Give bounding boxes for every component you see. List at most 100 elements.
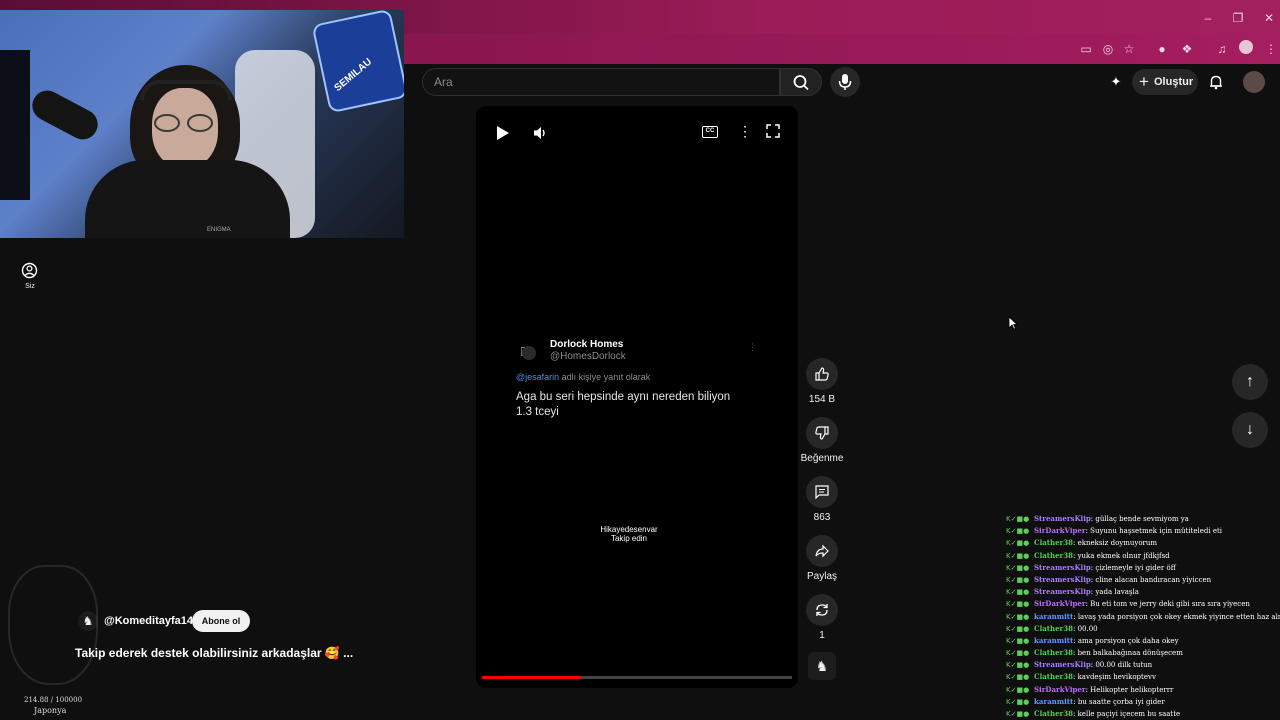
chat-text: : 00.00 dilk tutun — [1090, 661, 1153, 670]
thumbs-down-icon — [815, 426, 829, 440]
subscribe-button[interactable]: Abone ol — [192, 610, 250, 632]
watermark-mascot — [8, 565, 98, 685]
account-avatar[interactable] — [1243, 71, 1265, 93]
chat-message: K✓■● Clather38: kavdeşim hevikoptevv — [1006, 671, 1280, 683]
eye-off-icon[interactable]: ◎ — [1099, 40, 1117, 58]
chat-username: StreamersKlip — [1034, 660, 1091, 670]
reply-suffix: adlı kişiye yanıt olarak — [561, 372, 651, 382]
next-video-button[interactable]: ↓ — [1232, 412, 1268, 448]
search-button[interactable] — [780, 68, 822, 96]
voice-search-button[interactable] — [830, 67, 860, 97]
share-arrow-icon — [815, 544, 829, 558]
share-button[interactable] — [806, 535, 838, 567]
chat-text: : kavdeşim hevikoptevv — [1072, 673, 1156, 682]
neon-banner: SEMILAU — [311, 10, 404, 114]
headphones — [140, 80, 232, 100]
close-icon[interactable]: ✕ — [1259, 8, 1279, 28]
channel-avatar-thumbnail[interactable]: ♞ — [808, 652, 836, 680]
search-input[interactable]: Ara — [422, 68, 780, 96]
play-icon[interactable] — [496, 125, 510, 146]
caption-line-1: Hikayedesenvar — [600, 525, 658, 534]
you-account-icon[interactable] — [21, 262, 38, 279]
browser-menu-icon[interactable]: ⋮ — [1262, 40, 1280, 58]
chat-badges-icon: K✓■● — [1006, 588, 1030, 597]
chat-text: : 00.00 — [1072, 624, 1098, 633]
profile-avatar-icon[interactable] — [1237, 40, 1255, 58]
tweet-handle: @HomesDorlock — [550, 351, 626, 362]
tweet-text-line-2: 1.3 tceyi — [516, 406, 559, 418]
more-options-icon[interactable]: ⋮ — [738, 123, 752, 140]
extension-pin-icon[interactable]: ● — [1153, 40, 1171, 58]
chat-username: Clather38 — [1034, 672, 1073, 682]
chat-text: : cline alacan bandıracan yiyiccen — [1090, 575, 1212, 584]
mouse-cursor-icon — [1008, 316, 1019, 335]
channel-handle[interactable]: @Komeditayfa14 — [104, 615, 193, 627]
bookmark-star-icon[interactable]: ☆ — [1120, 40, 1138, 58]
chat-username: Clather38 — [1034, 648, 1073, 658]
chat-message: K✓■● Clather38: kelle paçiyi içecem bu sa… — [1006, 708, 1280, 720]
chat-badges-icon: K✓■● — [1006, 563, 1030, 572]
remix-button[interactable] — [806, 594, 838, 626]
extensions-puzzle-icon[interactable]: ❖ — [1178, 40, 1196, 58]
cast-icon[interactable]: ▭ — [1077, 40, 1095, 58]
chat-text: : kelle paçiyi içecem bu saatte — [1072, 710, 1181, 718]
chat-message: K✓■● karanmitt: ama porsiyon çok daha oke… — [1006, 635, 1280, 647]
chat-message: K✓■● karanmitt: bu saatte çorba iyi gider — [1006, 696, 1280, 708]
arrow-up-icon: ↑ — [1246, 373, 1254, 390]
chat-message: K✓■● SirDarkViper: Suyunu haşsetmek için … — [1006, 525, 1280, 537]
chat-username: Clather38 — [1034, 538, 1073, 548]
chat-text: : Suyunu haşsetmek için mütiteledi eti — [1085, 527, 1223, 536]
previous-video-button[interactable]: ↑ — [1232, 364, 1268, 400]
minimize-icon[interactable]: – — [1198, 8, 1218, 28]
chat-username: SirDarkViper — [1034, 599, 1086, 609]
caption-line-2: Takip edin — [610, 534, 648, 543]
microphone — [27, 85, 103, 145]
chat-badges-icon: K✓■● — [1006, 539, 1030, 548]
search-icon — [793, 75, 809, 91]
chat-message: K✓■● karanmitt: lavaş yada porsiyon çok o… — [1006, 611, 1280, 623]
media-controls-icon[interactable]: ♫ — [1213, 40, 1231, 58]
chat-username: Clather38 — [1034, 709, 1073, 718]
dislike-button[interactable] — [806, 417, 838, 449]
chat-text: : güllaç bende sevmiyom ya — [1090, 515, 1189, 523]
chat-text: : ben balkabağınaa dönüşecem — [1072, 649, 1183, 658]
chat-message: K✓■● StreamersKlip: 00.00 dilk tutun — [1006, 659, 1280, 671]
remix-count: 1 — [819, 630, 825, 641]
chat-badges-icon: K✓■● — [1006, 636, 1030, 645]
chat-username: karanmitt — [1034, 611, 1074, 621]
webcam-overlay: SEMILAU ENIGMA — [0, 10, 404, 238]
progress-track[interactable] — [482, 676, 792, 679]
fullscreen-icon[interactable] — [766, 124, 780, 143]
shorts-player[interactable]: CC ⋮  Dorlock Homes @HomesDorlock ⋮ @je… — [476, 106, 798, 688]
chat-message: K✓■● Clather38: 00.00 — [1006, 623, 1280, 635]
stream-chat-overlay: K✓■● StreamersKlip : güllaç bende sevmiyom… — [1006, 513, 1280, 720]
chat-text: : yada lavaşla — [1090, 588, 1139, 597]
restore-icon[interactable]: ❐ — [1228, 8, 1248, 28]
chat-badges-icon: K✓■● — [1006, 624, 1030, 633]
chat-text: : bu saatte çorba iyi gider — [1073, 697, 1165, 706]
comment-count: 863 — [813, 512, 831, 523]
comments-button[interactable] — [806, 476, 838, 508]
create-button[interactable]: + Oluştur — [1132, 69, 1198, 95]
tweet-more-icon: ⋮ — [748, 342, 757, 352]
notifications-bell-icon[interactable] — [1207, 73, 1225, 91]
video-description[interactable]: Takip ederek destek olabilirsiniz arkada… — [75, 646, 353, 660]
sidebar-you-label: Siz — [25, 283, 35, 290]
chat-message: K✓■● StreamersKlip: yada lavaşla — [1006, 586, 1280, 598]
chat-badges-icon: K✓■● — [1006, 710, 1030, 718]
chat-text: : lavaş yada porsiyon çok okey ekmek yiy… — [1073, 612, 1280, 621]
sparkle-icon[interactable]: ✦ — [1108, 74, 1124, 90]
like-button[interactable] — [806, 358, 838, 390]
captions-icon[interactable]: CC — [702, 126, 718, 138]
microphone-icon — [838, 74, 852, 90]
chat-username: karanmitt — [1034, 696, 1074, 706]
tweet-text-line-1: Aga bu seri hepsinde aynı nereden biliyo… — [516, 391, 731, 403]
chat-text: : ekneksiz doymuyorum — [1072, 539, 1158, 548]
thumbs-up-icon — [815, 367, 829, 381]
create-label: Oluştur — [1154, 76, 1194, 88]
chat-badges-icon: K✓■● — [1006, 527, 1030, 536]
volume-icon[interactable] — [532, 125, 548, 146]
chat-username: StreamersKlip — [1034, 587, 1091, 597]
chat-text: : Helikopter helikopterrr — [1085, 685, 1174, 694]
chat-message: K✓■● Clather38: yuka ekmek olnur jfdkjfsd — [1006, 550, 1280, 562]
